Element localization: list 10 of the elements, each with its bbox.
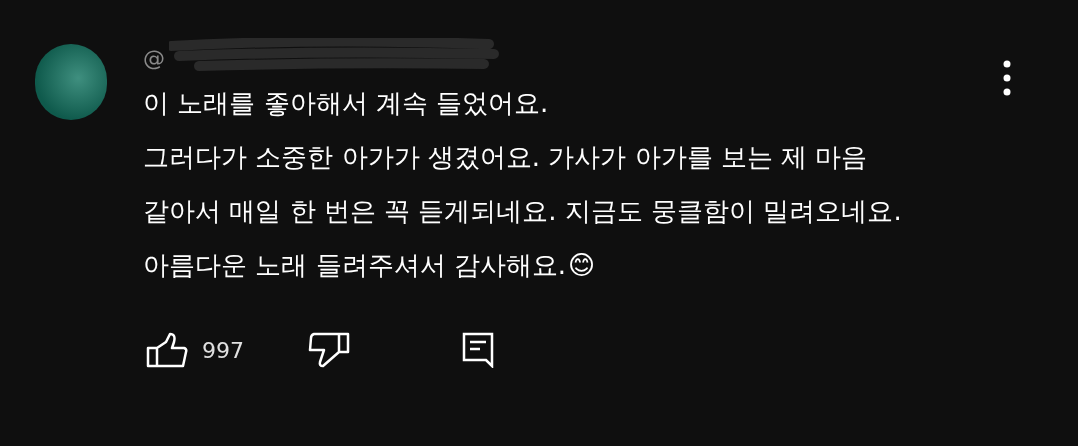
thumbs-up-icon[interactable] xyxy=(146,332,188,368)
comment-text: 이 노래를 좋아해서 계속 들었어요. xyxy=(143,87,550,120)
like-count: 997 xyxy=(202,336,244,365)
comment-text: 같아서 매일 한 번은 꼭 듣게되네요. 지금도 뭉클함이 밀려오네요. xyxy=(143,195,902,228)
comment-text: 아름다운 노래 들려주셔서 감사해요. xyxy=(143,249,567,282)
reply-icon[interactable] xyxy=(462,332,494,368)
thumbs-down-icon[interactable] xyxy=(308,332,350,368)
author-handle[interactable]: @ xyxy=(143,41,165,75)
comment-text: 그러다가 소중한 아가가 생겼어요. 가사가 아가를 보는 제 마음 xyxy=(143,141,869,174)
smiling-emoji: 😊 xyxy=(568,249,596,282)
